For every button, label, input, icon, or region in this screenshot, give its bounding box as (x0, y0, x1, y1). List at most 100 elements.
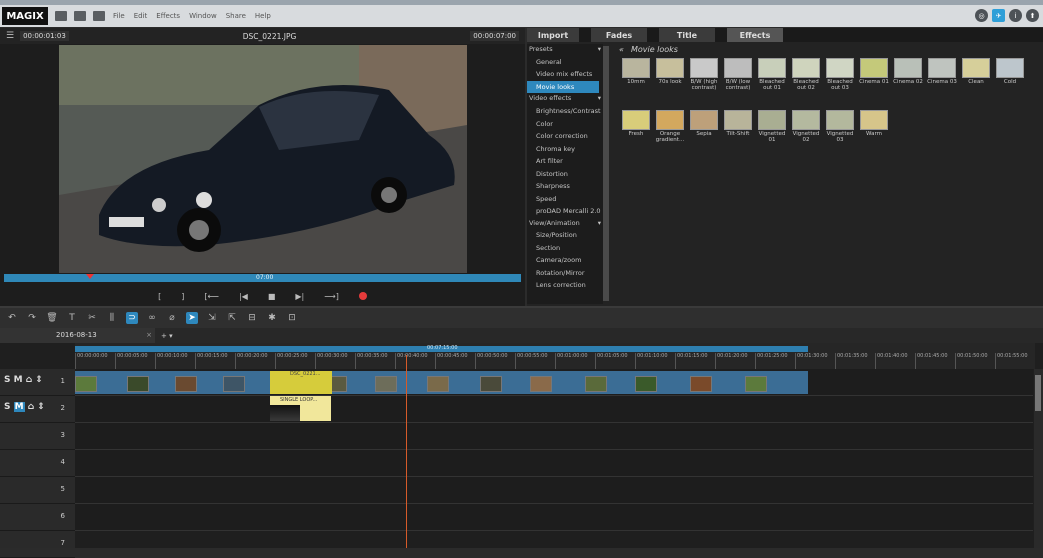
go-to-end-button[interactable]: ⟶] (324, 292, 339, 301)
track-header[interactable]: 5 (0, 477, 75, 504)
look-thumbnail[interactable]: Orange gradient... (653, 108, 687, 160)
prev-frame-button[interactable]: |◀ (239, 292, 248, 301)
next-frame-button[interactable]: ▶| (295, 292, 304, 301)
track-header[interactable]: 7 (0, 531, 75, 558)
look-thumbnail[interactable]: Bleached out 01 (755, 56, 789, 108)
back-button[interactable]: « (619, 45, 624, 54)
solo-mute-controls[interactable]: S M ⌂ ⇕ (4, 402, 45, 412)
look-thumbnail[interactable]: Vignetted 03 (823, 108, 857, 160)
share-icon[interactable]: ✈ (992, 9, 1005, 22)
upload-icon[interactable]: ⬆ (1026, 9, 1039, 22)
look-thumbnail[interactable]: Tilt-Shift (721, 108, 755, 160)
tree-item[interactable]: General (527, 56, 603, 69)
tree-item[interactable]: Sharpness (527, 180, 603, 193)
record-button[interactable] (358, 292, 367, 300)
look-thumbnail[interactable]: 10mm (619, 56, 653, 108)
snap-icon[interactable]: ⊟ (246, 312, 258, 324)
chevron-down-icon[interactable]: ▾ (598, 218, 601, 230)
fit-icon[interactable]: ⊡ (286, 312, 298, 324)
close-tab-icon[interactable]: × (146, 328, 152, 343)
tree-item[interactable]: Distortion (527, 168, 603, 181)
track-header[interactable]: 4 (0, 450, 75, 477)
range-bar[interactable]: 00:07:15:00 (75, 345, 808, 352)
tree-item[interactable]: Color correction (527, 130, 603, 143)
timeline-cursor[interactable] (406, 355, 407, 548)
tree-item[interactable]: Rotation/Mirror (527, 267, 603, 280)
tab-import[interactable]: Import (527, 28, 579, 42)
undo-icon[interactable]: ↶ (6, 312, 18, 324)
look-thumbnail[interactable]: Bleached out 02 (789, 56, 823, 108)
look-thumbnail[interactable]: Sepia (687, 108, 721, 160)
go-to-start-button[interactable]: [⟵ (204, 292, 219, 301)
track-header[interactable]: S M ⌂ ⇕ 2 (0, 396, 75, 423)
look-thumbnail[interactable]: Cinema 02 (891, 56, 925, 108)
track-header[interactable]: 3 (0, 423, 75, 450)
tab-title[interactable]: Title (659, 28, 715, 42)
new-file-icon[interactable] (55, 11, 67, 21)
preview-image[interactable] (59, 45, 467, 273)
tab-effects[interactable]: Effects (727, 28, 783, 42)
range-select-icon[interactable]: ⇱ (226, 312, 238, 324)
save-icon[interactable] (93, 11, 105, 21)
set-in-button[interactable]: [ (158, 292, 161, 301)
scrollbar-thumb[interactable] (1035, 375, 1041, 411)
track-4[interactable] (75, 450, 1033, 477)
set-out-button[interactable]: ] (181, 292, 184, 301)
tree-item[interactable]: Size/Position (527, 229, 603, 242)
tree-item[interactable]: Lens correction (527, 279, 603, 292)
look-thumbnail[interactable]: Cinema 03 (925, 56, 959, 108)
track-header[interactable]: S M ⌂ ⇕ 1 (0, 369, 75, 396)
tree-item[interactable]: Movie looks (527, 80, 599, 94)
time-ruler[interactable]: 00:07:15:00 00:00:00:00 00:00:05:00 00:00:… (75, 343, 1035, 369)
tree-item[interactable]: Color (527, 118, 603, 131)
track-5[interactable] (75, 477, 1033, 504)
tracks-area[interactable]: DSC_0221... SINGLE LOOP... (75, 369, 1033, 548)
video-clips[interactable] (75, 371, 808, 394)
split-icon[interactable]: ✂ (86, 312, 98, 324)
menu-window[interactable]: Window (189, 12, 217, 20)
menu-help[interactable]: Help (255, 12, 271, 20)
tree-category[interactable]: Presets ▾ (527, 44, 603, 56)
magic-icon[interactable]: ✱ (266, 312, 278, 324)
tree-category[interactable]: Video effects ▾ (527, 93, 603, 105)
link-icon[interactable]: ∞ (146, 312, 158, 324)
tree-item[interactable]: Chroma key (527, 143, 603, 156)
selected-clip[interactable]: DSC_0221... (270, 371, 332, 394)
tree-item[interactable]: Brightness/Contrast (527, 105, 603, 118)
tree-item[interactable]: Art filter (527, 155, 603, 168)
ripple-icon[interactable]: ⊃ (126, 312, 138, 324)
track-header[interactable]: 6 (0, 504, 75, 531)
cd-icon[interactable]: ◎ (975, 9, 988, 22)
menu-icon[interactable]: ☰ (6, 31, 14, 41)
preview-playhead[interactable] (86, 274, 94, 279)
look-thumbnail[interactable]: Vignetted 02 (789, 108, 823, 160)
track-3[interactable] (75, 423, 1033, 450)
unlink-icon[interactable]: ⌀ (166, 312, 178, 324)
track-2[interactable] (75, 396, 1033, 423)
track-6[interactable] (75, 504, 1033, 531)
tree-item[interactable]: Speed (527, 193, 603, 206)
look-thumbnail[interactable]: Cinema 01 (857, 56, 891, 108)
trim-icon[interactable]: ⫼ (106, 312, 118, 324)
look-thumbnail[interactable]: Clean (959, 56, 993, 108)
tree-item[interactable]: Video mix effects (527, 68, 603, 81)
delete-icon[interactable]: 🗑 (46, 312, 58, 324)
preview-scrubber[interactable]: 07:00 (4, 274, 521, 282)
title-clip[interactable]: SINGLE LOOP... (270, 396, 331, 421)
pointer-icon[interactable]: ➤ (186, 312, 198, 324)
track-1[interactable]: DSC_0221... (75, 369, 1033, 396)
tree-category[interactable]: View/Animation ▾ (527, 218, 603, 230)
tab-fades[interactable]: Fades (591, 28, 647, 42)
look-thumbnail[interactable]: Fresh (619, 108, 653, 160)
add-tab-button[interactable]: + ▾ (161, 332, 173, 340)
look-thumbnail[interactable]: Bleached out 03 (823, 56, 857, 108)
info-icon[interactable]: i (1009, 9, 1022, 22)
look-thumbnail[interactable]: Warm (857, 108, 891, 160)
look-thumbnail[interactable]: Vignetted 01 (755, 108, 789, 160)
look-thumbnail[interactable]: B/W (low contrast) (721, 56, 755, 108)
look-thumbnail[interactable]: Cold (993, 56, 1027, 108)
text-icon[interactable]: T (66, 312, 78, 324)
menu-effects[interactable]: Effects (156, 12, 180, 20)
look-thumbnail[interactable]: 70s look (653, 56, 687, 108)
tree-item[interactable]: Section (527, 242, 603, 255)
